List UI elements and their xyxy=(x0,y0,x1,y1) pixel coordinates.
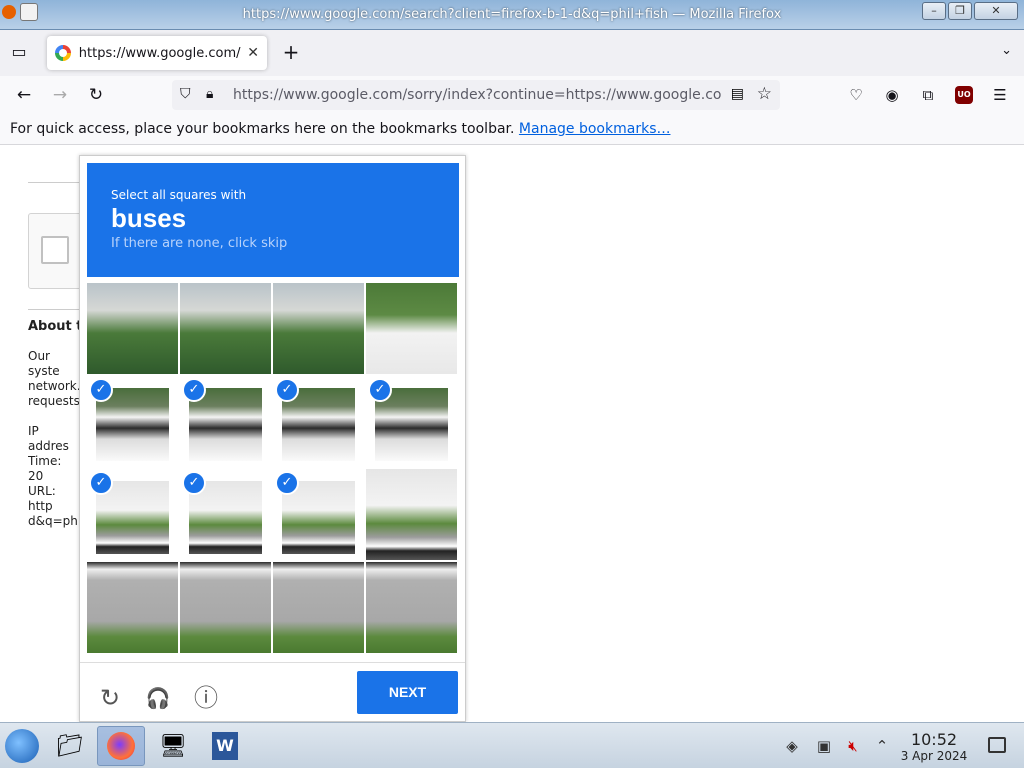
tile-checkmark-icon: ✓ xyxy=(275,471,299,495)
account-icon[interactable]: ◉ xyxy=(881,84,903,106)
captcha-tile[interactable]: ✓ xyxy=(87,469,178,560)
clock-time: 10:52 xyxy=(910,730,958,749)
captcha-tile-image xyxy=(87,283,178,374)
tile-checkmark-icon: ✓ xyxy=(368,378,392,402)
window-title: https://www.google.com/search?client=fir… xyxy=(242,7,782,22)
captcha-tile[interactable]: ✓ xyxy=(273,469,364,560)
body-line: URL: http xyxy=(28,484,56,513)
word-processor-icon[interactable]: W xyxy=(201,726,249,766)
captcha-tile[interactable]: ✓ xyxy=(180,562,271,653)
captcha-tile[interactable]: ✓ xyxy=(87,283,178,374)
captcha-target: buses xyxy=(111,203,187,233)
captcha-challenge: Select all squares with buses If there a… xyxy=(79,155,466,722)
tile-checkmark-icon: ✓ xyxy=(89,471,113,495)
bookmarks-hint-text: For quick access, place your bookmarks h… xyxy=(10,121,515,137)
hamburger-menu-icon[interactable]: ☰ xyxy=(989,84,1011,106)
captcha-tile-image xyxy=(87,562,178,653)
captcha-tile[interactable]: ✓ xyxy=(273,562,364,653)
taskbar: 📁︎ 🖥︎ W ◈ ▣ 🔇︎ ⌃ 10:52 3 Apr 2024 xyxy=(0,722,1024,768)
clock[interactable]: 10:52 3 Apr 2024 xyxy=(898,730,970,764)
body-line xyxy=(28,409,80,424)
tab-label: https://www.google.com/ xyxy=(78,45,241,61)
reader-view-icon[interactable]: ▤ xyxy=(731,86,744,102)
next-button[interactable]: NEXT xyxy=(357,671,458,714)
maximize-button[interactable]: ❐ xyxy=(948,2,972,20)
captcha-header: Select all squares with buses If there a… xyxy=(87,163,459,277)
clipboard-tray-icon[interactable]: ▣ xyxy=(815,737,833,755)
audio-challenge-icon[interactable]: 🎧 xyxy=(144,685,172,713)
back-button[interactable]: ← xyxy=(12,84,36,108)
info-icon[interactable]: ⓘ xyxy=(192,685,220,713)
new-tab-button[interactable]: + xyxy=(280,42,302,64)
captcha-tile[interactable]: ✓ xyxy=(366,283,457,374)
window-controls: – ❐ ✕ xyxy=(922,2,1018,20)
tab-strip: ▭ https://www.google.com/ ✕ + ⌄ xyxy=(0,30,1024,76)
firefox-view-icon[interactable]: ▭ xyxy=(8,42,30,64)
tile-checkmark-icon: ✓ xyxy=(182,378,206,402)
close-window-button[interactable]: ✕ xyxy=(974,2,1018,20)
start-menu-icon[interactable] xyxy=(5,729,39,763)
tab-close-icon[interactable]: ✕ xyxy=(247,45,259,61)
manage-bookmarks-link[interactable]: Manage bookmarks… xyxy=(519,121,671,137)
tile-checkmark-icon: ✓ xyxy=(182,471,206,495)
navigation-toolbar: ← → ↻ ⛉ 🔒︎ https://www.google.com/sorry/… xyxy=(0,76,1024,114)
captcha-tile-image xyxy=(366,469,457,560)
tracking-shield-icon[interactable]: ⛉ xyxy=(180,86,191,102)
captcha-tile[interactable]: ✓ xyxy=(180,376,271,467)
captcha-tile[interactable]: ✓ xyxy=(366,376,457,467)
body-line: Time: 20 xyxy=(28,454,62,483)
captcha-tile[interactable]: ✓ xyxy=(180,283,271,374)
captcha-tile-image xyxy=(273,283,364,374)
show-desktop-icon[interactable] xyxy=(988,737,1006,753)
bookmarks-toolbar: For quick access, place your bookmarks h… xyxy=(0,114,1024,145)
firefox-taskbar-icon[interactable] xyxy=(97,726,145,766)
network-tray-icon[interactable]: ◈ xyxy=(783,737,801,755)
tile-checkmark-icon: ✓ xyxy=(275,378,299,402)
extensions-icon[interactable]: ⧉ xyxy=(917,84,939,106)
captcha-tile[interactable]: ✓ xyxy=(273,283,364,374)
url-text[interactable]: https://www.google.com/sorry/index?conti… xyxy=(233,87,721,103)
captcha-tile[interactable]: ✓ xyxy=(87,562,178,653)
list-all-tabs-icon[interactable]: ⌄ xyxy=(1001,43,1012,58)
page-body-text: Our syste network. requests IP addres Ti… xyxy=(28,349,80,529)
forward-button[interactable]: → xyxy=(48,84,72,108)
reload-button[interactable]: ↻ xyxy=(84,84,108,108)
body-line: network. xyxy=(28,379,80,393)
captcha-instruction: Select all squares with xyxy=(111,188,247,202)
window-titlebar: https://www.google.com/search?client=fir… xyxy=(0,0,1024,30)
captcha-hint: If there are none, click skip xyxy=(111,236,288,251)
captcha-tile-image xyxy=(366,283,457,374)
tray-expand-icon[interactable]: ⌃ xyxy=(873,737,891,755)
tab-google[interactable]: https://www.google.com/ ✕ xyxy=(47,36,267,70)
captcha-tile-image xyxy=(180,562,271,653)
ublock-origin-icon[interactable]: UO xyxy=(955,86,973,104)
remote-desktop-icon[interactable]: 🖥︎ xyxy=(149,726,197,766)
minimize-button[interactable]: – xyxy=(922,2,946,20)
captcha-footer: ↻ 🎧 ⓘ NEXT xyxy=(80,662,465,722)
body-line: requests xyxy=(28,394,80,408)
captcha-tile-image xyxy=(180,283,271,374)
clock-date: 3 Apr 2024 xyxy=(900,749,968,763)
pocket-icon[interactable]: ♡ xyxy=(845,84,867,106)
url-bar[interactable]: ⛉ 🔒︎ https://www.google.com/sorry/index?… xyxy=(172,80,780,110)
captcha-tile[interactable]: ✓ xyxy=(366,562,457,653)
body-line: d&q=phil xyxy=(28,514,80,528)
reload-challenge-icon[interactable]: ↻ xyxy=(96,685,124,713)
captcha-tile-image xyxy=(273,562,364,653)
captcha-tile[interactable]: ✓ xyxy=(273,376,364,467)
tile-checkmark-icon: ✓ xyxy=(89,378,113,402)
captcha-tile[interactable]: ✓ xyxy=(366,469,457,560)
recaptcha-checkbox[interactable] xyxy=(41,236,69,264)
volume-muted-icon[interactable]: 🔇︎ xyxy=(844,737,862,755)
body-line: Our syste xyxy=(28,349,60,378)
bookmark-star-icon[interactable]: ☆ xyxy=(757,84,772,104)
file-manager-icon[interactable]: 📁︎ xyxy=(46,726,94,766)
google-favicon-icon xyxy=(55,45,71,61)
body-line: IP addres xyxy=(28,424,69,453)
lock-icon[interactable]: 🔒︎ xyxy=(206,86,213,102)
captcha-image-grid: ✓✓✓✓✓✓✓✓✓✓✓✓✓✓✓✓ xyxy=(87,283,459,655)
captcha-tile-image xyxy=(366,562,457,653)
captcha-tile[interactable]: ✓ xyxy=(180,469,271,560)
captcha-tile[interactable]: ✓ xyxy=(87,376,178,467)
